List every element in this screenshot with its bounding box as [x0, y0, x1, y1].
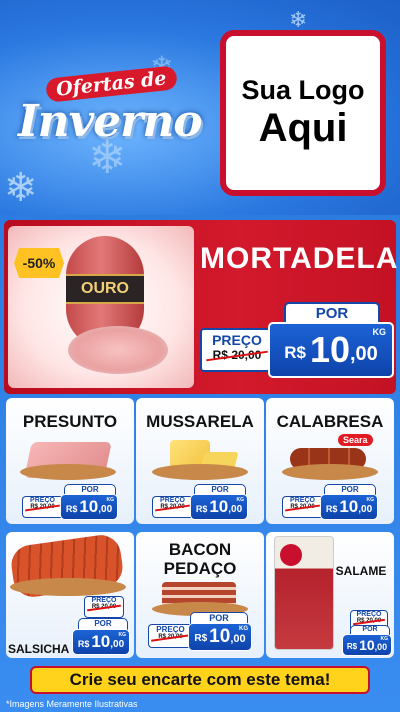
- price-decimal: ,00: [230, 633, 246, 645]
- currency-symbol: R$: [195, 503, 208, 514]
- preco-label: PREÇO: [160, 497, 185, 504]
- featured-product-name: MORTADELA: [200, 242, 399, 275]
- price-decimal: ,00: [358, 503, 373, 515]
- price-integer: 10: [91, 632, 111, 651]
- product-name-line2: PEDAÇO: [163, 559, 237, 578]
- product-name: CALABRESA: [276, 412, 384, 431]
- new-price-box: KG R$ 10 ,00: [342, 634, 392, 656]
- unit-label: KG: [106, 497, 115, 503]
- old-price-box: PREÇO R$ 20,00: [148, 624, 192, 648]
- featured-product[interactable]: OURO -50% MORTADELA POR PREÇO R$ 20,00 K…: [4, 220, 399, 394]
- product-name: PRESUNTO: [22, 412, 118, 431]
- price-decimal: ,00: [98, 503, 113, 515]
- product-card-salsicha[interactable]: SALSICHA PREÇO R$ 20,00 POR KG R$ 10 ,00: [6, 532, 134, 658]
- seara-logo: Seara: [338, 434, 373, 446]
- price-integer: 10: [209, 626, 231, 647]
- preco-label: PREÇO: [356, 611, 382, 618]
- product-name: SALSICHA: [8, 642, 70, 656]
- product-card-bacon[interactable]: BACON PEDAÇO POR PREÇO R$ 20,00 KG R$ 10…: [136, 532, 264, 658]
- new-price-box: KG R$ 10 ,00: [60, 494, 118, 520]
- currency-symbol: R$: [194, 633, 208, 644]
- price-decimal: ,00: [349, 342, 378, 365]
- campaign-title-main: Inverno: [18, 96, 203, 147]
- product-card-salame[interactable]: SALAME PREÇO R$ 20,00 POR KG R$ 10 ,00: [266, 532, 394, 658]
- price-decimal: ,00: [374, 641, 388, 652]
- create-flyer-button[interactable]: Crie seu encarte com este tema!: [30, 666, 370, 694]
- new-price-box: KG R$ 10 ,00: [320, 494, 378, 520]
- old-price: R$ 20,00: [285, 504, 320, 510]
- cutting-board-image: [152, 464, 248, 480]
- old-price-box: PREÇO R$ 20,00: [84, 596, 124, 618]
- unit-label: KG: [236, 497, 245, 503]
- disclaimer-text: *Imagens Meramente Ilustrativas: [6, 699, 138, 709]
- old-price: R$ 20,00: [25, 504, 60, 510]
- package-logo: [280, 544, 302, 566]
- old-price-box: PREÇO R$ 20,00: [152, 496, 192, 518]
- preco-label: PREÇO: [212, 332, 262, 348]
- product-name-line1: BACON: [168, 540, 232, 559]
- cutting-board-image: [20, 464, 116, 480]
- new-price-box: KG R$ 10 ,00: [188, 623, 252, 651]
- currency-symbol: R$: [284, 343, 306, 362]
- old-price: R$ 20,00: [155, 504, 190, 510]
- product-card-mussarela[interactable]: MUSSARELA POR PREÇO R$ 20,00 KG R$ 10 ,0…: [136, 398, 264, 524]
- sliced-mortadela-image: [68, 326, 168, 374]
- old-price: R$ 20,00: [151, 634, 190, 640]
- price-decimal: ,00: [110, 638, 125, 650]
- currency-symbol: R$: [65, 503, 78, 514]
- cutting-board-image: [282, 464, 378, 480]
- unit-label: KG: [380, 636, 389, 642]
- old-price-box: PREÇO R$ 20,00: [22, 496, 62, 518]
- currency-symbol: R$: [77, 638, 90, 649]
- preco-label: PREÇO: [30, 497, 55, 504]
- cutting-board-image: [10, 578, 126, 596]
- old-price-box: PREÇO R$ 20,00: [200, 328, 272, 372]
- currency-symbol: R$: [346, 642, 358, 651]
- unit-label: KG: [118, 632, 127, 638]
- brand-label: OURO: [66, 274, 144, 304]
- discount-badge: -50%: [14, 248, 64, 278]
- price-integer: 10: [79, 497, 99, 516]
- logo-placeholder[interactable]: Sua Logo Aqui: [220, 30, 386, 196]
- unit-label: KG: [372, 327, 387, 337]
- price-integer: 10: [339, 497, 359, 516]
- new-price-box: KG R$ 10 ,00: [72, 629, 130, 655]
- product-card-presunto[interactable]: PRESUNTO POR PREÇO R$ 20,00 KG R$ 10 ,00: [6, 398, 134, 524]
- logo-placeholder-line2: Aqui: [258, 105, 348, 150]
- currency-symbol: R$: [325, 503, 338, 514]
- unit-label: KG: [239, 626, 248, 632]
- new-price-box: KG R$ 10 ,00: [190, 494, 248, 520]
- preco-label: PREÇO: [290, 497, 315, 504]
- product-name: MUSSARELA: [146, 412, 254, 431]
- old-price: R$ 20,00: [87, 604, 121, 610]
- header-banner: ❄ ❄ ❄ ❄ Ofertas de Inverno Sua Logo Aqui: [0, 0, 400, 215]
- old-price: R$ 20,00: [353, 618, 385, 624]
- snowflake-icon: ❄: [4, 165, 38, 211]
- product-card-calabresa[interactable]: CALABRESA Seara POR PREÇO R$ 20,00 KG R$…: [266, 398, 394, 524]
- price-integer: 10: [309, 329, 350, 370]
- preco-label: PREÇO: [91, 597, 117, 604]
- price-integer: 10: [359, 637, 375, 653]
- campaign-title: Ofertas de Inverno: [18, 65, 208, 158]
- old-price: R$ 20,00: [206, 348, 268, 362]
- new-price-box: KG R$ 10 ,00: [268, 322, 394, 378]
- logo-placeholder-line1: Sua Logo: [241, 75, 365, 106]
- price-decimal: ,00: [228, 503, 243, 515]
- unit-label: KG: [366, 497, 375, 503]
- product-name: SALAME: [335, 564, 387, 578]
- featured-product-image: OURO -50%: [8, 226, 194, 388]
- old-price-box: PREÇO R$ 20,00: [282, 496, 322, 518]
- price-integer: 10: [209, 497, 229, 516]
- preco-label: PREÇO: [156, 625, 185, 634]
- por-label: POR: [284, 302, 380, 324]
